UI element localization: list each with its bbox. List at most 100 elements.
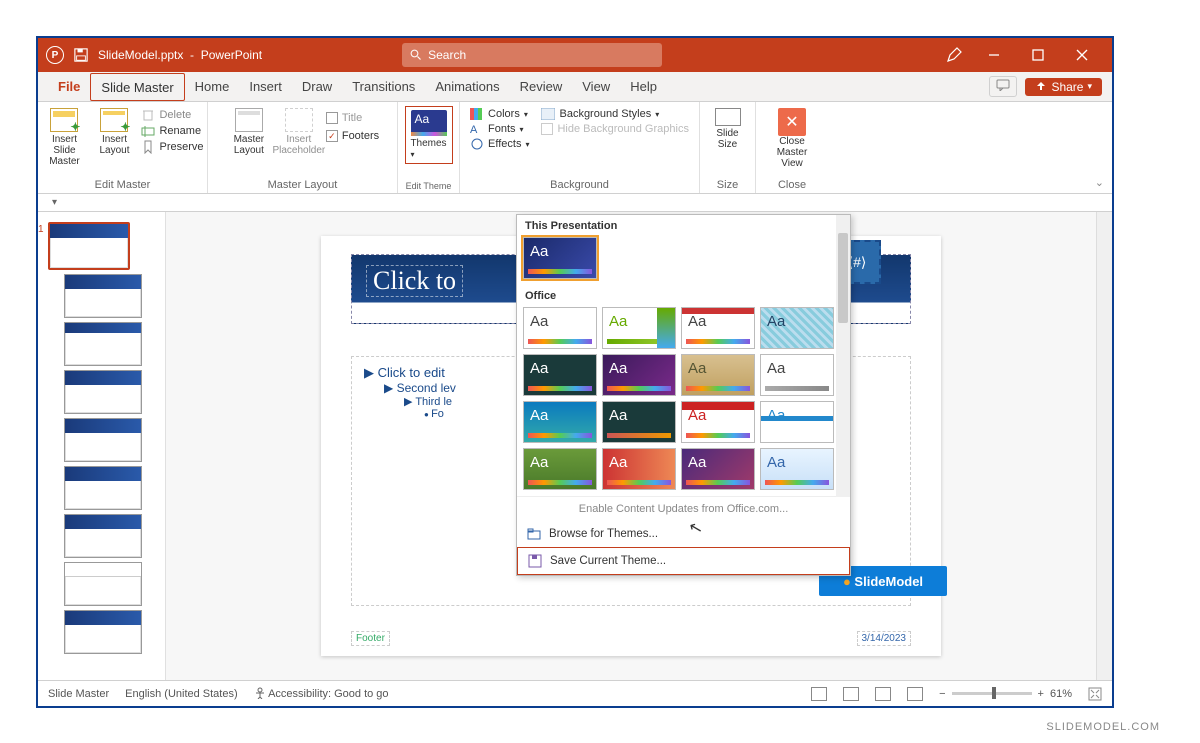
layout-thumbnail[interactable] [64, 466, 142, 510]
tab-draw[interactable]: Draw [292, 73, 342, 101]
zoom-in-button[interactable]: + [1038, 688, 1044, 700]
save-current-theme-item[interactable]: Save Current Theme... [517, 547, 850, 575]
layout-thumbnail[interactable] [64, 322, 142, 366]
theme-swatch[interactable]: Aa [523, 401, 597, 443]
group-edit-master: ✦ Insert Slide Master ✦ Insert Layout De… [38, 102, 208, 193]
delete-button[interactable]: Delete [141, 108, 203, 122]
group-edit-theme: Aa Themes▾ Edit Theme [398, 102, 460, 193]
insert-placeholder-button[interactable]: Insert Placeholder [276, 106, 322, 158]
zoom-out-button[interactable]: − [939, 688, 945, 700]
dropdown-scrollbar[interactable] [836, 215, 850, 497]
date-placeholder[interactable]: 3/14/2023 [857, 631, 912, 646]
status-language[interactable]: English (United States) [125, 688, 238, 700]
colors-button[interactable]: Colors ▾ [470, 108, 529, 120]
fit-to-window-button[interactable] [1088, 687, 1102, 701]
preserve-button[interactable]: Preserve [141, 140, 203, 154]
theme-swatch[interactable]: Aa [760, 448, 834, 490]
collapse-bar[interactable]: ▾ [38, 194, 1112, 212]
maximize-button[interactable] [1016, 40, 1060, 70]
tab-help[interactable]: Help [620, 73, 667, 101]
theme-swatch[interactable]: Aa [523, 448, 597, 490]
layout-thumbnail[interactable] [64, 514, 142, 558]
theme-swatch[interactable]: Aa [602, 354, 676, 396]
close-icon: ✕ [778, 108, 806, 136]
comments-button[interactable] [989, 76, 1017, 97]
theme-swatch[interactable]: Aa [523, 307, 597, 349]
status-mode: Slide Master [48, 688, 109, 700]
close-button[interactable] [1060, 40, 1104, 70]
reading-view-button[interactable] [875, 687, 891, 701]
search-input[interactable]: Search [402, 43, 662, 67]
tab-file[interactable]: File [48, 73, 90, 101]
layout-thumbnail[interactable] [64, 274, 142, 318]
theme-swatch[interactable]: Aa [681, 354, 755, 396]
ribbon-collapse-button[interactable]: ⌄ [1095, 176, 1104, 189]
share-button[interactable]: Share▾ [1025, 78, 1102, 96]
insert-layout-button[interactable]: ✦ Insert Layout [91, 106, 137, 158]
layout-thumbnail[interactable] [64, 370, 142, 414]
browse-themes-item[interactable]: Browse for Themes... [517, 521, 850, 547]
tab-slide-master[interactable]: Slide Master [90, 73, 184, 101]
layout-thumbnail[interactable] [64, 418, 142, 462]
sorter-view-button[interactable] [843, 687, 859, 701]
layout-thumbnail[interactable] [64, 562, 142, 606]
master-layout-button[interactable]: Master Layout [226, 106, 272, 158]
theme-swatch[interactable]: Aa [602, 401, 676, 443]
bg-styles-icon [541, 108, 555, 120]
tab-review[interactable]: Review [510, 73, 573, 101]
footers-checkbox[interactable]: ✓Footers [326, 130, 379, 142]
fonts-button[interactable]: AFonts ▾ [470, 123, 529, 135]
zoom-slider[interactable] [952, 692, 1032, 695]
status-accessibility[interactable]: Accessibility: Good to go [254, 687, 389, 700]
theme-swatch[interactable]: Aa [602, 448, 676, 490]
comment-icon [996, 79, 1010, 91]
zoom-level[interactable]: 61% [1050, 688, 1072, 700]
save-icon [528, 554, 542, 568]
tab-view[interactable]: View [572, 73, 620, 101]
effects-button[interactable]: Effects ▾ [470, 138, 529, 150]
tab-transitions[interactable]: Transitions [342, 73, 425, 101]
ribbon-tabs: File Slide Master Home Insert Draw Trans… [38, 72, 1112, 102]
master-thumbnail[interactable]: 1 [48, 222, 130, 270]
layout-thumbnail[interactable] [64, 610, 142, 654]
slide-thumbnails: 1 [38, 212, 166, 680]
theme-swatch[interactable]: Aa [523, 237, 597, 279]
tab-home[interactable]: Home [185, 73, 240, 101]
theme-swatch[interactable]: Aa [523, 354, 597, 396]
themes-swatch-icon: Aa [411, 110, 447, 136]
pen-icon[interactable] [946, 47, 962, 63]
group-background: Colors ▾ AFonts ▾ Effects ▾ Background S… [460, 102, 700, 193]
minimize-button[interactable] [972, 40, 1016, 70]
themes-dropdown: This Presentation Aa Office Aa Aa Aa Aa … [516, 214, 851, 576]
slide-size-button[interactable]: Slide Size [705, 106, 751, 152]
footer-placeholder[interactable]: Footer [351, 631, 390, 646]
background-styles-button[interactable]: Background Styles ▾ [541, 108, 688, 120]
themes-button[interactable]: Aa Themes▾ [405, 106, 453, 164]
group-close: ✕ Close Master View Close [756, 102, 828, 193]
theme-swatch[interactable]: Aa [760, 307, 834, 349]
insert-slide-master-button[interactable]: ✦ Insert Slide Master [41, 106, 87, 169]
svg-text:A: A [470, 124, 478, 135]
theme-swatch[interactable]: Aa [602, 307, 676, 349]
normal-view-button[interactable] [811, 687, 827, 701]
app-window: P SlideModel.pptx - PowerPoint Search Fi… [36, 36, 1114, 708]
vertical-scrollbar[interactable] [1096, 212, 1112, 680]
slideshow-view-button[interactable] [907, 687, 923, 701]
rename-button[interactable]: Rename [141, 124, 203, 138]
theme-swatch[interactable]: Aa [760, 401, 834, 443]
tab-insert[interactable]: Insert [239, 73, 292, 101]
save-icon[interactable] [74, 48, 88, 62]
theme-swatch[interactable]: Aa [760, 354, 834, 396]
enable-updates-link[interactable]: Enable Content Updates from Office.com..… [517, 496, 850, 521]
theme-swatch[interactable]: Aa [681, 448, 755, 490]
tab-animations[interactable]: Animations [425, 73, 509, 101]
group-master-layout: Master Layout Insert Placeholder Title ✓… [208, 102, 398, 193]
close-master-view-button[interactable]: ✕ Close Master View [769, 106, 815, 171]
doc-title: SlideModel.pptx - PowerPoint [98, 48, 262, 62]
zoom-control[interactable]: − + 61% [939, 688, 1072, 700]
attribution-text: SLIDEMODEL.COM [1046, 721, 1160, 733]
title-checkbox[interactable]: Title [326, 112, 379, 124]
theme-swatch[interactable]: Aa [681, 401, 755, 443]
theme-swatch[interactable]: Aa [681, 307, 755, 349]
hide-bg-checkbox[interactable]: Hide Background Graphics [541, 123, 688, 135]
